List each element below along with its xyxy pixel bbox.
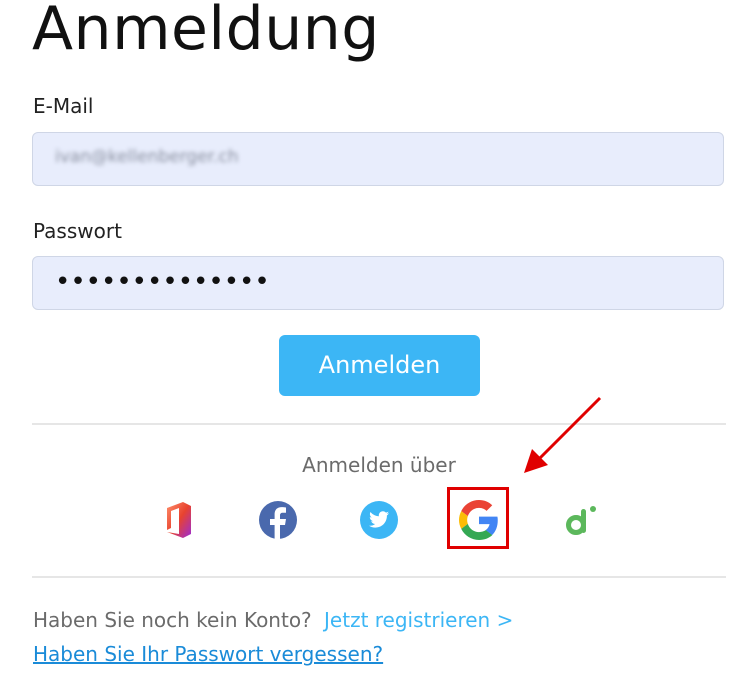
email-field[interactable]: ivan@kellenberger.ch xyxy=(32,132,724,186)
page-title: Anmeldung xyxy=(32,0,380,64)
divider-top xyxy=(32,423,726,425)
divider-bottom xyxy=(32,576,726,578)
google-highlight-box xyxy=(447,487,509,549)
forgot-password-link[interactable]: Haben Sie Ihr Passwort vergessen? xyxy=(33,642,383,666)
no-account-text: Haben Sie noch kein Konto? xyxy=(33,608,312,632)
email-label: E-Mail xyxy=(33,94,94,118)
register-link[interactable]: Jetzt registrieren > xyxy=(324,608,513,632)
password-field[interactable]: •••••••••••••• xyxy=(32,256,724,310)
other-provider-icon[interactable] xyxy=(558,498,602,542)
annotation-arrow xyxy=(524,396,602,473)
login-button[interactable]: Anmelden xyxy=(279,335,480,396)
facebook-icon[interactable] xyxy=(256,498,300,542)
office-icon[interactable] xyxy=(156,498,200,542)
twitter-icon[interactable] xyxy=(357,498,401,542)
email-value: ivan@kellenberger.ch xyxy=(55,147,239,167)
forgot-password-row: Haben Sie Ihr Passwort vergessen? xyxy=(33,642,383,666)
password-value: •••••••••••••• xyxy=(55,267,270,297)
password-label: Passwort xyxy=(33,219,122,243)
social-login-heading: Anmelden über xyxy=(302,453,456,477)
register-prompt: Haben Sie noch kein Konto? Jetzt registr… xyxy=(33,608,513,632)
